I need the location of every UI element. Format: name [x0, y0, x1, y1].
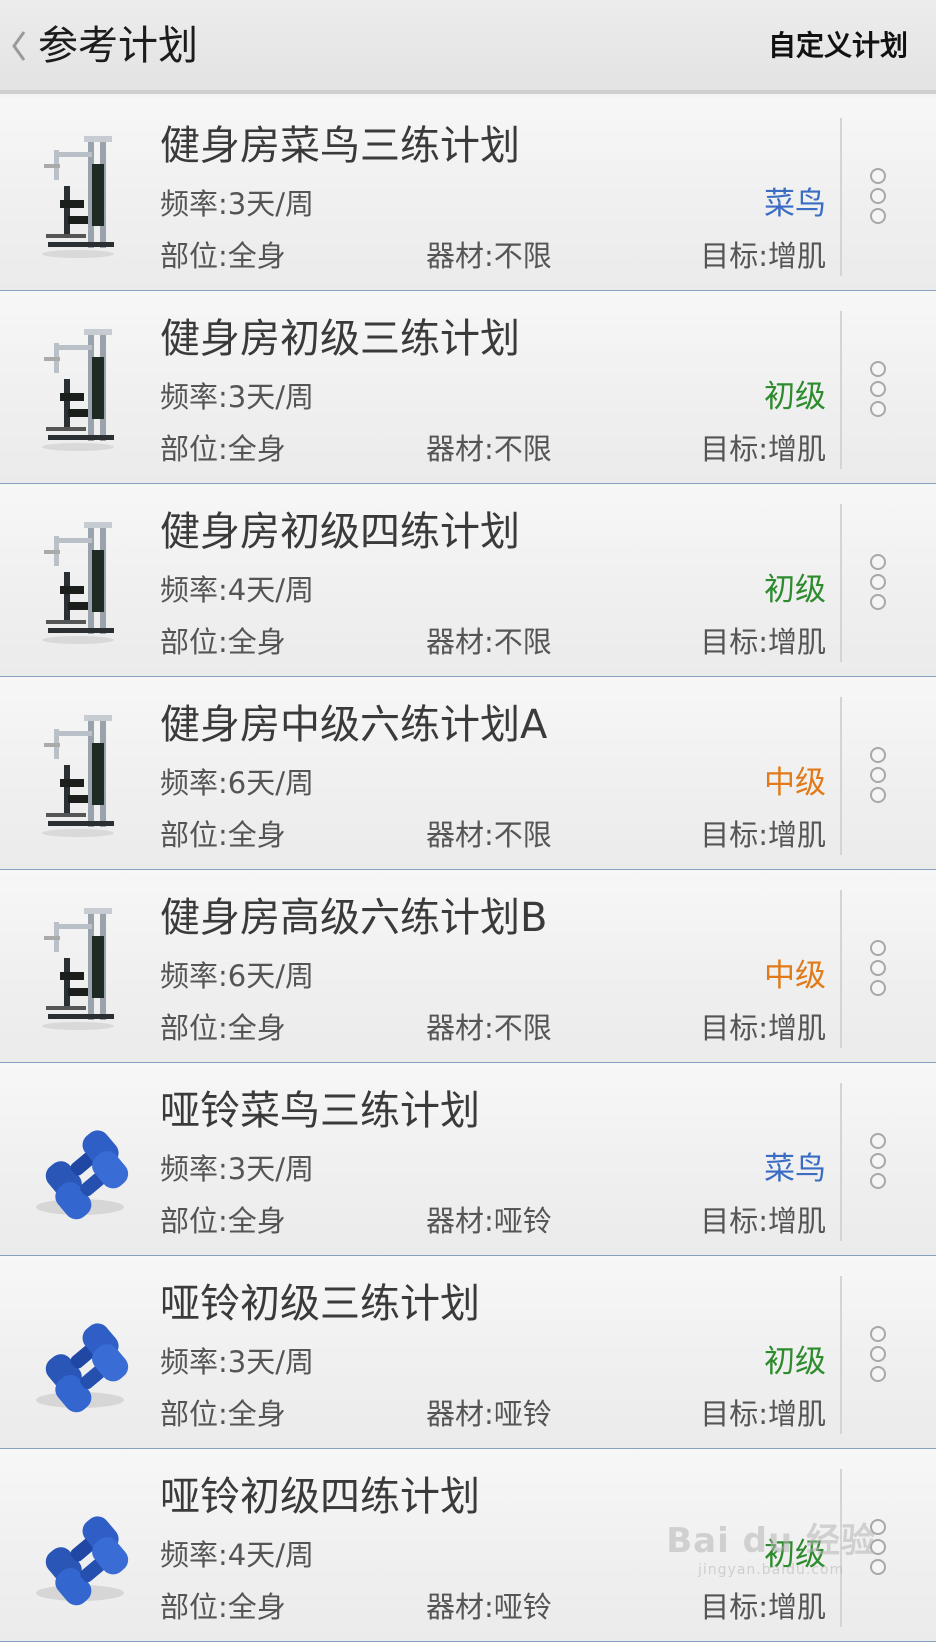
more-options-icon[interactable] [862, 936, 896, 1002]
plan-frequency: 频率:4天/周 [160, 573, 314, 607]
plan-row[interactable]: 健身房菜鸟三练计划频率:3天/周 菜鸟部位:全身 器材:不限 目标:增肌 [0, 98, 936, 291]
more-options-icon[interactable] [862, 550, 896, 616]
plan-body-part: 部位:全身 [160, 625, 286, 659]
plan-row[interactable]: 哑铃初级三练计划频率:3天/周 初级部位:全身 器材:哑铃 目标:增肌 [0, 1256, 936, 1449]
more-options-icon[interactable] [862, 1129, 896, 1195]
plan-body-part: 部位:全身 [160, 818, 286, 852]
plan-level-badge: 初级 [764, 572, 826, 608]
page-title: 参考计划 [38, 23, 198, 69]
gym-machine-icon [30, 130, 130, 260]
plan-title: 哑铃菜鸟三练计划 [160, 1088, 480, 1134]
plan-level-badge: 菜鸟 [764, 1151, 826, 1187]
plan-title: 健身房高级六练计划B [160, 895, 548, 941]
plan-level-badge: 初级 [764, 379, 826, 415]
more-options-icon[interactable] [862, 743, 896, 809]
plan-goal: 目标:增肌 [700, 432, 826, 466]
dumbbell-icon [30, 1288, 130, 1418]
plan-level-badge: 中级 [764, 958, 826, 994]
more-options-icon[interactable] [862, 1322, 896, 1388]
plan-frequency: 频率:6天/周 [160, 766, 314, 800]
dumbbell-icon [30, 1095, 130, 1225]
row-divider [840, 697, 842, 855]
plan-equipment: 器材:哑铃 [426, 1204, 552, 1238]
row-divider [840, 311, 842, 469]
watermark: Bai du 经验 jingyan.baidu.com [666, 1521, 876, 1578]
plan-frequency: 频率:4天/周 [160, 1538, 314, 1572]
gym-machine-icon [30, 709, 130, 839]
plan-title: 健身房初级四练计划 [160, 509, 520, 555]
plan-goal: 目标:增肌 [700, 239, 826, 273]
plan-frequency: 频率:3天/周 [160, 1345, 314, 1379]
row-divider [840, 890, 842, 1048]
plan-body-part: 部位:全身 [160, 1397, 286, 1431]
gym-machine-icon [30, 516, 130, 646]
plan-equipment: 器材:哑铃 [426, 1397, 552, 1431]
gym-machine-icon [30, 323, 130, 453]
plan-equipment: 器材:不限 [426, 818, 552, 852]
plan-equipment: 器材:不限 [426, 239, 552, 273]
plan-row[interactable]: 健身房初级三练计划频率:3天/周 初级部位:全身 器材:不限 目标:增肌 [0, 291, 936, 484]
plan-level-badge: 菜鸟 [764, 186, 826, 222]
dumbbell-icon [30, 1481, 130, 1611]
row-divider [840, 1276, 842, 1434]
top-bar: 参考计划 自定义计划 [0, 0, 936, 94]
more-options-icon[interactable] [862, 357, 896, 423]
plan-title: 健身房初级三练计划 [160, 316, 520, 362]
plan-row[interactable]: 健身房初级四练计划频率:4天/周 初级部位:全身 器材:不限 目标:增肌 [0, 484, 936, 677]
plan-equipment: 器材:不限 [426, 625, 552, 659]
row-divider [840, 1083, 842, 1241]
chevron-left-icon[interactable] [8, 26, 28, 66]
plan-body-part: 部位:全身 [160, 1204, 286, 1238]
plan-body-part: 部位:全身 [160, 1590, 286, 1624]
plan-equipment: 器材:哑铃 [426, 1590, 552, 1624]
plan-level-badge: 初级 [764, 1344, 826, 1380]
plan-row[interactable]: 健身房中级六练计划A 频率:6天/周 中级部位:全身 器材:不限 目标:增肌 [0, 677, 936, 870]
custom-plan-button[interactable]: 自定义计划 [768, 24, 908, 68]
plan-level-badge: 中级 [764, 765, 826, 801]
plan-frequency: 频率:3天/周 [160, 1152, 314, 1186]
plan-title: 哑铃初级四练计划 [160, 1474, 480, 1520]
plan-equipment: 器材:不限 [426, 432, 552, 466]
plan-title: 健身房菜鸟三练计划 [160, 123, 520, 169]
plan-goal: 目标:增肌 [700, 1204, 826, 1238]
more-options-icon[interactable] [862, 164, 896, 230]
plan-row[interactable]: 哑铃菜鸟三练计划频率:3天/周 菜鸟部位:全身 器材:哑铃 目标:增肌 [0, 1063, 936, 1256]
plan-body-part: 部位:全身 [160, 239, 286, 273]
row-divider [840, 118, 842, 276]
row-divider [840, 504, 842, 662]
plan-goal: 目标:增肌 [700, 818, 826, 852]
plan-body-part: 部位:全身 [160, 1011, 286, 1045]
plan-title: 哑铃初级三练计划 [160, 1281, 480, 1327]
plan-body-part: 部位:全身 [160, 432, 286, 466]
gym-machine-icon [30, 902, 130, 1032]
plan-row[interactable]: 健身房高级六练计划B 频率:6天/周 中级部位:全身 器材:不限 目标:增肌 [0, 870, 936, 1063]
plan-equipment: 器材:不限 [426, 1011, 552, 1045]
plan-frequency: 频率:3天/周 [160, 187, 314, 221]
plan-list: 健身房菜鸟三练计划 频率:3天/周 菜鸟 部位:全身 器材:不限 目标:增肌 健身房初级三… [0, 98, 936, 1642]
plan-goal: 目标:增肌 [700, 1397, 826, 1431]
plan-frequency: 频率:6天/周 [160, 959, 314, 993]
plan-goal: 目标:增肌 [700, 1011, 826, 1045]
plan-goal: 目标:增肌 [700, 625, 826, 659]
plan-title: 健身房中级六练计划A [160, 702, 548, 748]
plan-frequency: 频率:3天/周 [160, 380, 314, 414]
plan-goal: 目标:增肌 [700, 1590, 826, 1624]
